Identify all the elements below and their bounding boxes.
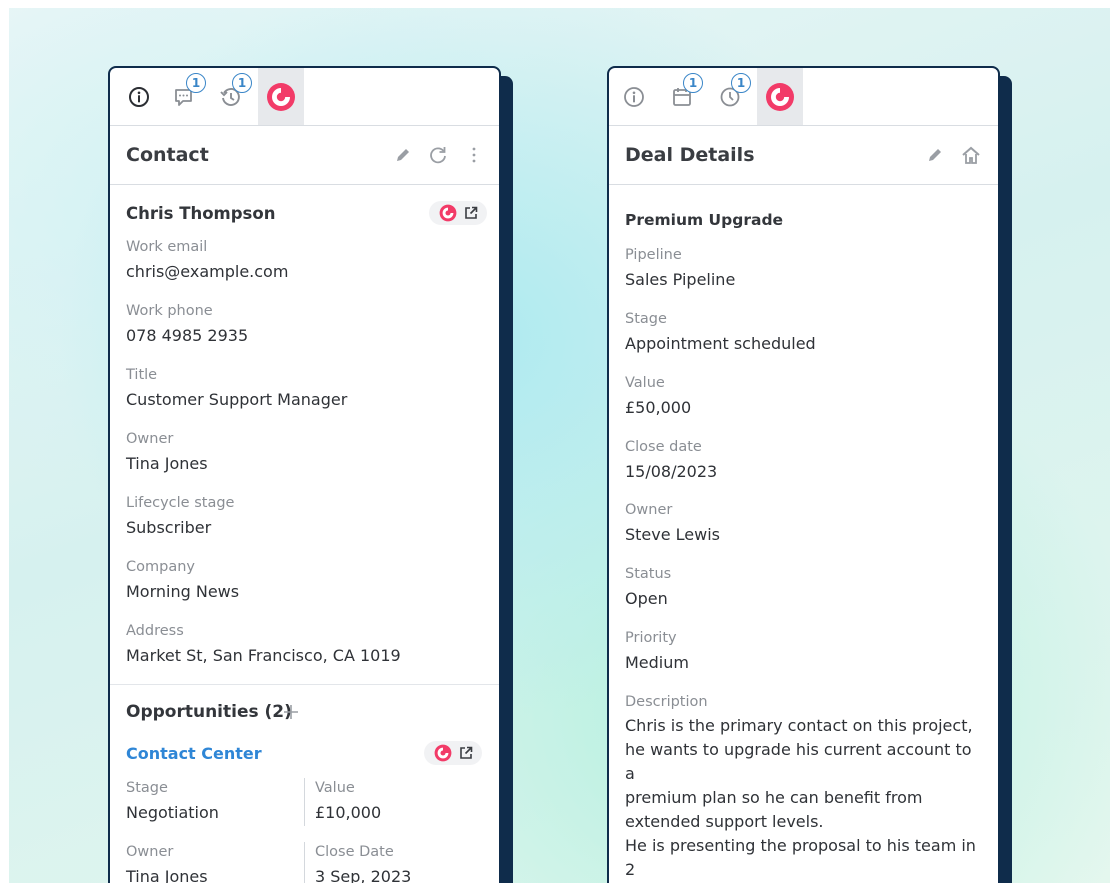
contact-tab-bar: 1 1 (110, 68, 499, 126)
brand-logo-icon (267, 82, 295, 111)
pipeline-value: Sales Pipeline (625, 270, 736, 289)
edit-icon (929, 149, 941, 161)
description-text: Chris is the primary contact on this pro… (625, 716, 976, 879)
clock-count-badge: 1 (731, 73, 751, 93)
address-value: Market St, San Francisco, CA 1019 (126, 646, 401, 665)
company-value: Morning News (126, 582, 240, 601)
tab-info[interactable] (116, 68, 162, 125)
contact-panel: 1 1 Contact Chris Thompson Work email ch… (108, 66, 501, 883)
work-phone-label: Work phone (126, 303, 213, 319)
owner-label: Owner (126, 431, 174, 447)
tab-brand[interactable] (258, 68, 304, 125)
description-label: Description (625, 694, 708, 710)
opp-stage-value: Negotiation (126, 803, 219, 822)
opportunity-actions-pill (424, 741, 482, 765)
home-button[interactable] (961, 145, 981, 165)
edit-icon (397, 149, 409, 161)
contact-actions-pill (429, 201, 487, 225)
tab-calendar[interactable]: 1 (659, 68, 705, 125)
title-value: Customer Support Manager (126, 390, 348, 409)
opp-stage-label: Stage (126, 780, 168, 796)
tab-info[interactable] (611, 68, 657, 125)
opp-close-date-label: Close Date (315, 844, 394, 860)
opp-column-divider (304, 842, 305, 883)
work-phone-value: 078 4985 2935 (126, 326, 249, 345)
opp-value-value: £10,000 (315, 803, 382, 822)
tab-clock[interactable]: 1 (707, 68, 753, 125)
owner-label: Owner (625, 502, 673, 518)
comments-count-badge: 1 (186, 73, 206, 93)
company-label: Company (126, 559, 195, 575)
address-label: Address (126, 623, 184, 639)
stage-label: Stage (625, 311, 667, 327)
page-title: Deal Details (625, 144, 755, 166)
opp-owner-label: Owner (126, 844, 174, 860)
work-email-label: Work email (126, 239, 208, 255)
opp-value-label: Value (315, 780, 355, 796)
lifecycle-stage-value: Subscriber (126, 518, 212, 537)
pipeline-label: Pipeline (625, 247, 682, 263)
value-value: £50,000 (625, 398, 692, 417)
priority-value: Medium (625, 653, 689, 672)
contact-header: Contact (110, 126, 499, 185)
info-icon (129, 86, 149, 107)
opp-owner-value: Tina Jones (126, 867, 208, 883)
tab-history[interactable]: 1 (208, 68, 254, 125)
work-email-value: chris@example.com (126, 262, 289, 281)
brand-logo-icon[interactable] (439, 204, 457, 222)
external-link-icon[interactable] (459, 746, 473, 760)
deal-header: Deal Details (609, 126, 998, 185)
priority-label: Priority (625, 630, 677, 646)
brand-logo-icon[interactable] (434, 744, 452, 762)
value-label: Value (625, 375, 665, 391)
external-link-icon[interactable] (464, 206, 478, 220)
owner-value: Tina Jones (126, 454, 208, 473)
owner-value: Steve Lewis (625, 525, 721, 544)
opp-close-date-value: 3 Sep, 2023 (315, 867, 412, 883)
page-title: Contact (126, 144, 209, 166)
contact-name: Chris Thompson (126, 204, 276, 223)
deal-panel: 1 1 Deal Details Premium Upgrade Pipelin… (607, 66, 1000, 883)
calendar-count-badge: 1 (683, 73, 703, 93)
deal-name: Premium Upgrade (625, 211, 784, 229)
stage-value: Appointment scheduled (625, 334, 816, 353)
edit-button[interactable] (925, 145, 945, 165)
status-label: Status (625, 566, 672, 582)
lifecycle-stage-label: Lifecycle stage (126, 495, 235, 511)
refresh-icon (430, 147, 446, 164)
tab-brand[interactable] (757, 68, 803, 125)
close-date-value: 15/08/2023 (625, 462, 718, 481)
status-value: Open (625, 589, 668, 608)
opportunity-link[interactable]: Contact Center (126, 744, 262, 763)
brand-logo-icon (766, 82, 794, 111)
history-count-badge: 1 (232, 73, 252, 93)
more-vertical-icon (472, 147, 476, 163)
close-date-label: Close date (625, 439, 702, 455)
opp-column-divider (304, 778, 305, 826)
opportunities-heading: Opportunities (2) (126, 702, 292, 722)
edit-button[interactable] (393, 145, 413, 165)
section-divider (110, 684, 499, 685)
deal-tab-bar: 1 1 (609, 68, 998, 126)
title-label: Title (126, 367, 158, 383)
info-icon (624, 86, 644, 107)
home-icon (962, 146, 980, 164)
more-button[interactable] (464, 145, 484, 165)
tab-comments[interactable]: 1 (162, 68, 208, 125)
refresh-button[interactable] (428, 145, 448, 165)
plus-icon[interactable] (283, 704, 299, 720)
